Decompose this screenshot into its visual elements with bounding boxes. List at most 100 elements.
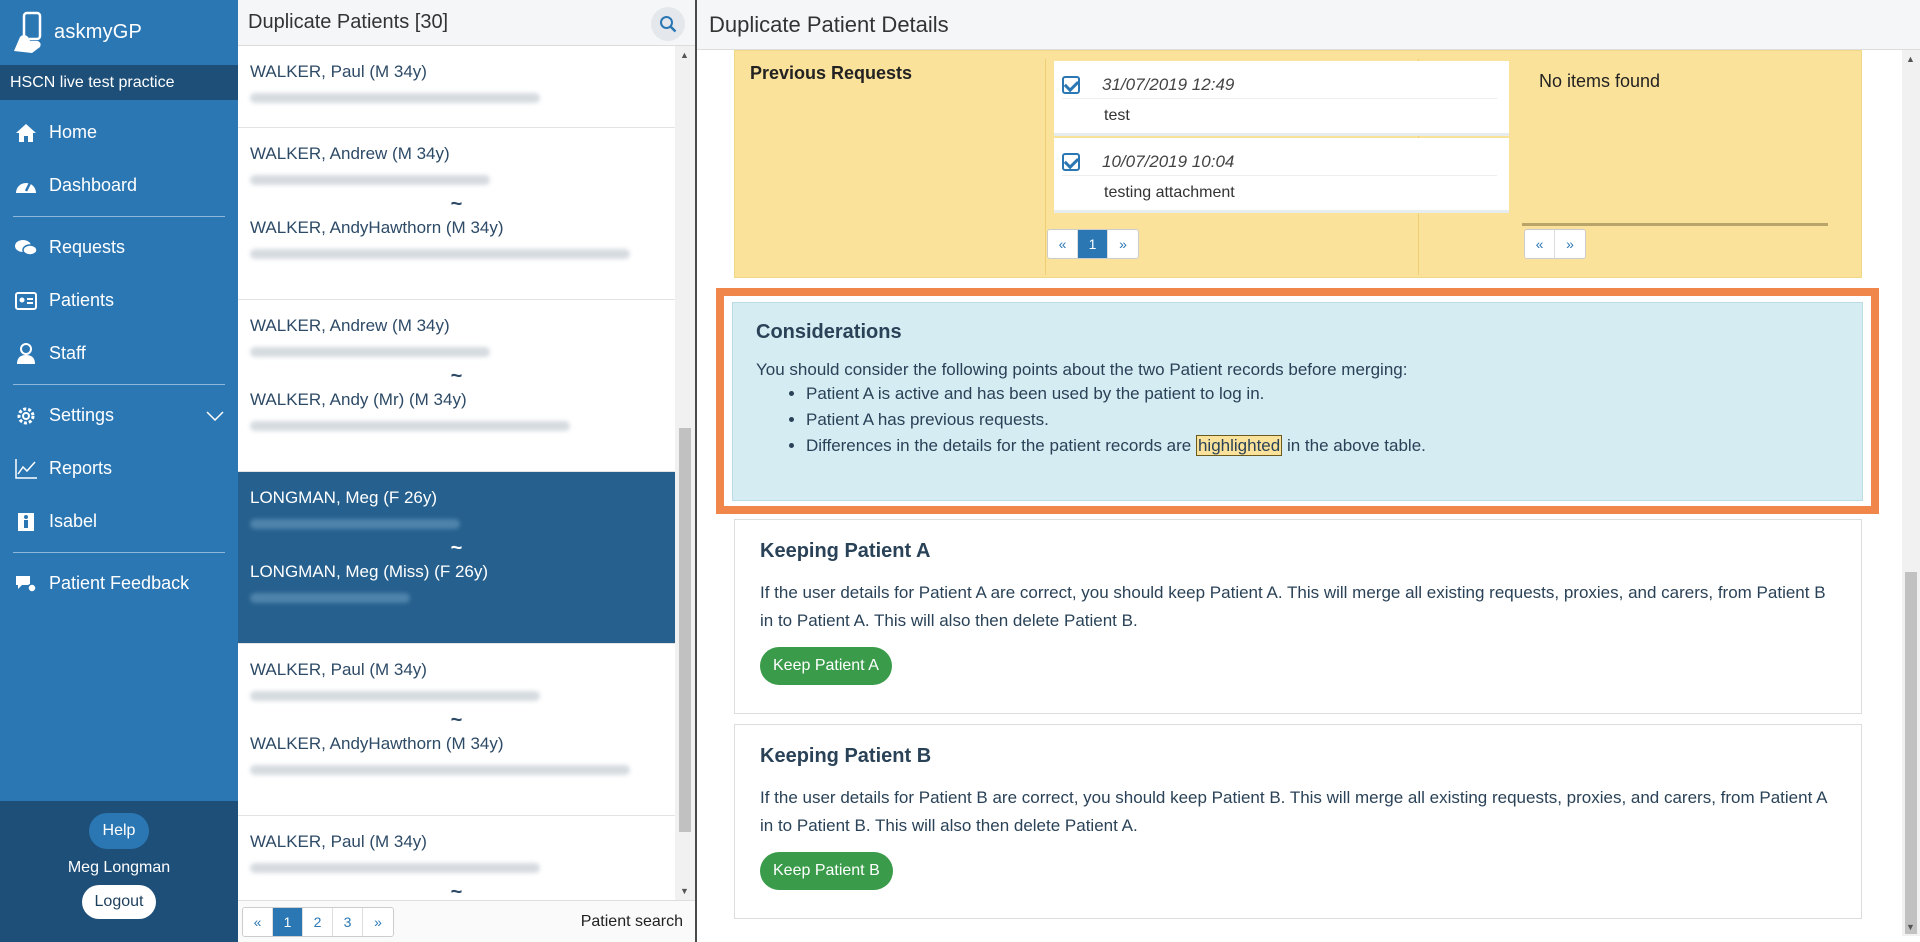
keep-patient-a-panel: Keeping Patient A If the user details fo… <box>734 519 1862 714</box>
info-icon <box>13 509 39 535</box>
app-name: askmyGP <box>54 21 143 43</box>
nav-reports[interactable]: Reports <box>0 442 238 495</box>
scroll-up-icon[interactable]: ▲ <box>680 50 689 60</box>
redacted-email <box>250 244 663 264</box>
scroll-thumb[interactable] <box>1905 572 1917 934</box>
scroll-down-icon[interactable]: ▼ <box>680 886 689 896</box>
redacted-email <box>250 342 663 362</box>
list-item[interactable]: WALKER, Andrew (M 34y) ~ WALKER, Andy (M… <box>238 300 675 472</box>
patient-name: WALKER, Andrew (M 34y) <box>250 316 450 335</box>
request-card[interactable]: 10/07/2019 10:04 testing attachment <box>1054 138 1509 213</box>
request-text: testing attachment <box>1104 184 1235 201</box>
page-prev[interactable]: « <box>1048 230 1078 258</box>
nav-requests[interactable]: Requests <box>0 221 238 274</box>
list-item-selected[interactable]: LONGMAN, Meg (F 26y) ~ LONGMAN, Meg (Mis… <box>238 472 675 644</box>
checkbox-checked-icon[interactable] <box>1062 152 1080 171</box>
nav-staff[interactable]: Staff <box>0 327 238 380</box>
page-1[interactable]: 1 <box>273 907 303 936</box>
request-date: 10/07/2019 10:04 <box>1102 151 1235 171</box>
page-2[interactable]: 2 <box>303 907 333 936</box>
user-name: Meg Longman <box>67 859 171 876</box>
page-next[interactable]: » <box>363 907 393 936</box>
list-item[interactable]: WALKER, Paul (M 34y) ~ <box>238 816 675 900</box>
keep-b-title: Keeping Patient B <box>760 745 932 767</box>
list-footer: « 1 2 3 » Patient search <box>238 900 695 942</box>
dashboard-icon <box>13 173 39 199</box>
search-button[interactable] <box>651 7 685 41</box>
keep-patient-b-panel: Keeping Patient B If the user details fo… <box>734 724 1862 919</box>
logout-button[interactable]: Logout <box>82 885 156 919</box>
patient-name: WALKER, Andy (Mr) (M 34y) <box>250 390 467 409</box>
considerations-list: Patient A is active and has been used by… <box>756 384 1862 456</box>
list-item[interactable]: WALKER, Paul (M 34y) ~ WALKER, AndyHawth… <box>238 644 675 816</box>
duplicate-list-pane: Duplicate Patients [30] WALKER, Paul (M … <box>238 0 697 942</box>
redacted-email <box>250 88 663 108</box>
sidebar: askmyGP HSCN live test practice Home Das… <box>0 0 238 942</box>
scroll-thumb[interactable] <box>679 428 691 832</box>
keep-b-text: If the user details for Patient B are co… <box>760 788 1827 835</box>
scroll-up-icon[interactable]: ▲ <box>1906 54 1915 64</box>
requests-pagination-b: « » <box>1524 229 1586 259</box>
nav-patients[interactable]: Patients <box>0 274 238 327</box>
checkbox-checked-icon[interactable] <box>1062 75 1080 94</box>
patient-name: LONGMAN, Meg (Miss) (F 26y) <box>250 562 489 581</box>
page-prev[interactable]: « <box>1525 230 1555 258</box>
tilde-separator: ~ <box>450 537 463 559</box>
list-item[interactable]: WALKER, Andrew (M 34y) ~ WALKER, AndyHaw… <box>238 128 675 300</box>
nav-settings[interactable]: Settings <box>0 389 238 442</box>
redacted-email <box>250 686 663 706</box>
details-pane: Duplicate Patient Details Previous Reque… <box>697 0 1920 942</box>
nav-home[interactable]: Home <box>0 106 238 159</box>
details-title: Duplicate Patient Details <box>697 0 1920 50</box>
keep-a-title: Keeping Patient A <box>760 540 931 562</box>
nav-patient-feedback[interactable]: Patient Feedback <box>0 557 238 610</box>
list-scrollbar[interactable]: ▲ ▼ <box>675 46 695 900</box>
patient-name: WALKER, AndyHawthorn (M 34y) <box>250 218 504 237</box>
nav-divider <box>13 384 225 385</box>
patient-name: LONGMAN, Meg (F 26y) <box>250 488 438 507</box>
page-prev[interactable]: « <box>243 907 273 936</box>
nav-divider <box>13 552 225 553</box>
keep-patient-b-button[interactable]: Keep Patient B <box>760 852 893 890</box>
consideration-point: Patient A is active and has been used by… <box>806 384 1862 404</box>
considerations-panel: Considerations You should consider the f… <box>732 302 1863 501</box>
nav-dashboard[interactable]: Dashboard <box>0 159 238 212</box>
home-icon <box>13 120 39 146</box>
divider <box>1522 223 1828 227</box>
nav-isabel[interactable]: Isabel <box>0 495 238 548</box>
request-card[interactable]: 31/07/2019 12:49 test <box>1054 61 1509 136</box>
details-scrollbar[interactable]: ▲ ▼ <box>1902 50 1920 936</box>
keep-patient-a-button[interactable]: Keep Patient A <box>760 647 892 685</box>
id-card-icon <box>13 288 39 314</box>
main-nav: Home Dashboard Requests Patients Staff S… <box>0 100 238 610</box>
considerations-title: Considerations <box>756 321 902 343</box>
phone-hand-icon <box>14 11 42 53</box>
tilde-separator: ~ <box>450 193 463 215</box>
nav-divider <box>13 216 225 217</box>
patient-search-link[interactable]: Patient search <box>581 913 683 931</box>
list-pagination: « 1 2 3 » <box>242 906 394 937</box>
chevron-down-icon[interactable] <box>206 405 224 426</box>
considerations-intro: You should consider the following points… <box>756 360 1408 379</box>
practice-name: HSCN live test practice <box>0 65 238 100</box>
page-1[interactable]: 1 <box>1078 230 1108 258</box>
logo[interactable]: askmyGP <box>0 0 238 65</box>
patient-name: WALKER, Andrew (M 34y) <box>250 144 450 163</box>
tilde-separator: ~ <box>450 881 463 900</box>
scroll-down-icon[interactable]: ▼ <box>1906 922 1915 932</box>
duplicate-list[interactable]: WALKER, Paul (M 34y) WALKER, Andrew (M 3… <box>238 46 675 900</box>
no-items-text: No items found <box>1539 71 1661 91</box>
list-title: Duplicate Patients [30] <box>248 11 449 33</box>
list-item[interactable]: WALKER, Paul (M 34y) <box>238 46 675 128</box>
tilde-separator: ~ <box>450 709 463 731</box>
patient-name: WALKER, Paul (M 34y) <box>250 832 427 851</box>
keep-a-text: If the user details for Patient A are co… <box>760 583 1826 630</box>
page-next[interactable]: » <box>1555 230 1585 258</box>
highlight-sample: highlighted <box>1195 435 1283 456</box>
staff-icon <box>13 341 39 367</box>
page-3[interactable]: 3 <box>333 907 363 936</box>
help-button[interactable]: Help <box>89 813 149 849</box>
search-icon <box>660 16 677 33</box>
page-next[interactable]: » <box>1108 230 1138 258</box>
chat-icon <box>13 235 39 261</box>
